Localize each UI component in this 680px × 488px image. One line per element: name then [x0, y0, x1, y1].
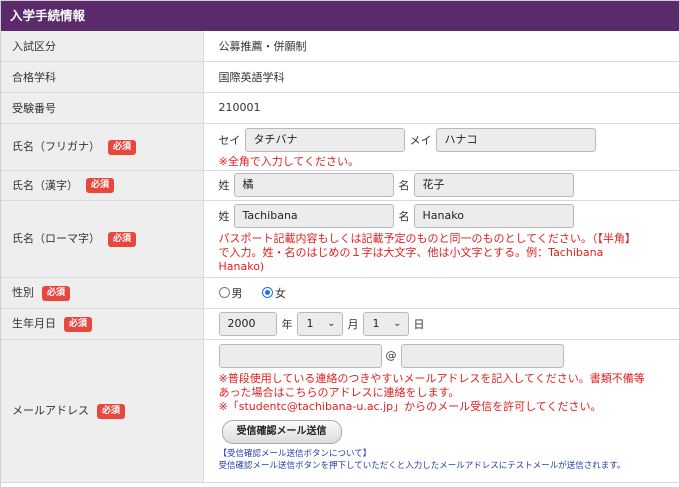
sei-kana-label: セイ: [218, 133, 241, 147]
year-unit: 年: [281, 317, 293, 331]
name-kanji-value-cell: 姓橘名花子: [203, 170, 679, 201]
mei-kana-label: メイ: [409, 133, 432, 147]
gender-value-cell: 男 女: [203, 277, 679, 309]
gender-female-label[interactable]: 女: [275, 287, 286, 300]
exam-type-label: 入試区分: [1, 31, 204, 62]
email-button-info-title: 【受信確認メール送信ボタンについて】: [218, 448, 372, 459]
mei-roman-label: 名: [398, 209, 410, 223]
sei-roman-label: 姓: [218, 209, 230, 223]
department-value: 国際英語学科: [203, 61, 679, 93]
exam-number-label: 受験番号: [1, 92, 204, 124]
row-name-kana: 氏名（フリガナ） 必須 セイ タチバナ メイ ハナコ ※全角で入力してください。: [1, 123, 679, 171]
email-label: メールアドレス: [12, 404, 89, 418]
required-badge: 必須: [97, 403, 126, 419]
mei-roman-input[interactable]: Hanako: [413, 203, 574, 228]
birth-month-value: 1: [306, 316, 314, 330]
sei-kanji-input[interactable]: 橘: [233, 173, 394, 197]
sei-kana-input[interactable]: タチバナ: [244, 127, 405, 152]
email-local-input[interactable]: [218, 343, 382, 368]
birth-day-select[interactable]: 1 ⌄: [362, 311, 409, 336]
name-kanji-label-cell: 氏名（漢字） 必須: [1, 170, 204, 201]
send-confirmation-email-button[interactable]: 受信確認メール送信: [221, 419, 342, 444]
gender-female-radio[interactable]: [262, 287, 273, 298]
email-domain-input[interactable]: [400, 343, 564, 368]
gender-label-cell: 性別 必須: [1, 277, 204, 309]
required-badge: 必須: [64, 316, 93, 332]
panel-title: 入学手続情報: [1, 1, 679, 31]
birthdate-label: 生年月日: [12, 317, 56, 331]
row-name-roman: 氏名（ローマ字） 必須 姓 Tachibana 名 Hanako パスポート記載内容もし…: [1, 200, 680, 278]
name-kana-label-cell: 氏名（フリガナ） 必須: [1, 123, 204, 171]
required-badge: 必須: [108, 139, 137, 155]
exam-number-value: 210001: [203, 92, 679, 124]
email-note-line3: ※「studentc@tachibana-u.ac.jp」からのメール受信を許可…: [218, 399, 602, 413]
mei-kanji-label: 名: [398, 179, 410, 192]
name-roman-note: パスポート記載内容もしくは記載予定のものと同一のものとしてください。（【半角】 …: [219, 232, 680, 274]
required-badge: 必須: [42, 285, 71, 301]
row-department: 合格学科 国際英語学科: [1, 61, 679, 93]
email-button-info-text: 受信確認メール送信ボタンを押下していただくと入力したメールアドレスにテストメール…: [218, 460, 626, 471]
email-button-info: 【受信確認メール送信ボタンについて】 受信確認メール送信ボタンを押下していただく…: [219, 448, 680, 472]
birth-day-value: 1: [372, 316, 380, 330]
row-birthdate: 生年月日 必須 2000 年 1 ⌄ 月 1 ⌄ 日: [1, 308, 679, 340]
at-sign: @: [385, 349, 397, 362]
gender-male-radio[interactable]: [218, 287, 230, 298]
name-kana-label: 氏名（フリガナ）: [12, 140, 100, 154]
email-note-line1: ※普段使用している連絡のつきやすいメールアドレスを記入してください。書類不備等: [218, 371, 645, 385]
day-unit: 日: [413, 317, 425, 331]
department-label: 合格学科: [1, 61, 204, 93]
admission-form: 入試区分 公募推薦・併願制 合格学科 国際英語学科 受験番号 210001 氏名…: [1, 31, 679, 483]
name-kana-note: ※全角で入力してください。: [218, 154, 360, 168]
email-label-cell: メールアドレス 必須: [1, 339, 204, 483]
name-roman-note-line1: パスポート記載内容もしくは記載予定のものと同一のものとしてください。（【半角】: [218, 231, 636, 245]
chevron-down-icon: ⌄: [393, 317, 402, 329]
gender-male-label[interactable]: 男: [232, 287, 243, 300]
chevron-down-icon: ⌄: [327, 317, 336, 329]
required-badge: 必須: [86, 178, 115, 194]
name-roman-value-cell: 姓 Tachibana 名 Hanako パスポート記載内容もしくは記載予定のものと同…: [203, 200, 680, 278]
name-roman-label-cell: 氏名（ローマ字） 必須: [1, 200, 204, 278]
row-email: メールアドレス 必須 @ ※普段使用している連絡のつきやすいメールアドレスを記入し…: [1, 339, 680, 483]
name-roman-note-line2: で入力。姓・名のはじめの１字は大文字、他は小文字とする。例：Tachibana: [218, 245, 604, 259]
admission-procedure-panel: 入学手続情報 入試区分 公募推薦・併願制 合格学科 国際英語学科 受験番号 21…: [0, 0, 680, 488]
birthdate-label-cell: 生年月日 必須: [1, 308, 204, 340]
gender-label: 性別: [12, 286, 34, 300]
name-kanji-label: 氏名（漢字）: [12, 178, 78, 192]
required-badge: 必須: [108, 231, 137, 247]
exam-type-value: 公募推薦・併願制: [203, 31, 679, 62]
mei-kana-input[interactable]: ハナコ: [435, 127, 596, 152]
birth-year-input[interactable]: 2000: [218, 311, 277, 336]
email-note: ※普段使用している連絡のつきやすいメールアドレスを記入してください。書類不備等 …: [219, 372, 680, 414]
birthdate-value-cell: 2000 年 1 ⌄ 月 1 ⌄ 日: [203, 308, 679, 340]
birth-month-select[interactable]: 1 ⌄: [296, 311, 343, 336]
row-exam-number: 受験番号 210001: [1, 92, 679, 124]
row-exam-type: 入試区分 公募推薦・併願制: [1, 31, 679, 62]
email-value-cell: @ ※普段使用している連絡のつきやすいメールアドレスを記入してください。書類不備…: [203, 339, 680, 483]
sei-kanji-label: 姓: [218, 179, 230, 192]
email-note-line2: あった場合はこちらのアドレスに連絡をします。: [218, 385, 460, 399]
month-unit: 月: [347, 317, 359, 331]
row-gender: 性別 必須 男 女: [1, 277, 679, 309]
name-roman-label: 氏名（ローマ字）: [12, 232, 100, 246]
row-name-kanji: 氏名（漢字） 必須 姓橘名花子: [1, 170, 679, 201]
mei-kanji-input[interactable]: 花子: [413, 173, 574, 197]
sei-roman-input[interactable]: Tachibana: [233, 203, 394, 228]
name-roman-note-line3: Hanako): [218, 259, 265, 273]
name-kana-value-cell: セイ タチバナ メイ ハナコ ※全角で入力してください。: [203, 123, 679, 171]
